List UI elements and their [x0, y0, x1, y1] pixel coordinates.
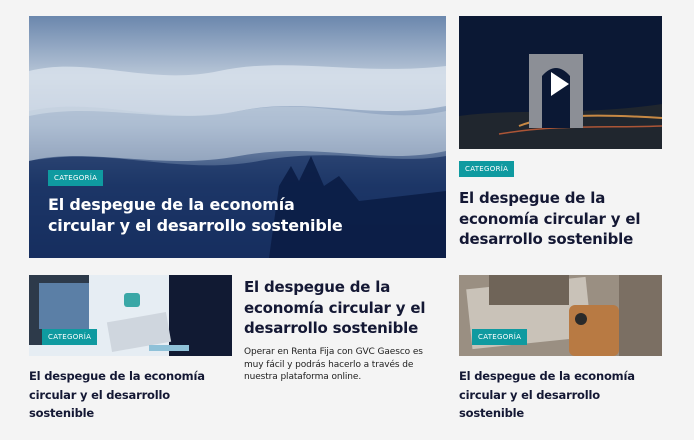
category-badge[interactable]: CATEGORÍA [48, 170, 104, 186]
category-badge[interactable]: CATEGORÍA [42, 329, 98, 345]
hero-article-card[interactable]: CATEGORÍA El despegue de la economía cir… [29, 16, 446, 258]
article-title[interactable]: El despegue de la economía circular y el… [48, 194, 348, 236]
article-title[interactable]: El despegue de la economía circular y el… [244, 277, 444, 339]
article-description: Operar en Renta Fija con GVC Gaesco es m… [244, 347, 423, 382]
category-badge[interactable]: CATEGORÍA [459, 161, 515, 177]
article-title[interactable]: El despegue de la economía circular y el… [459, 367, 662, 423]
article-title[interactable]: El despegue de la economía circular y el… [459, 188, 662, 250]
article-card[interactable]: CATEGORÍA El despegue de la economía cir… [459, 275, 662, 425]
article-title[interactable]: El despegue de la economía circular y el… [29, 367, 232, 423]
play-icon[interactable] [551, 72, 569, 96]
article-card[interactable]: CATEGORÍA El despegue de la economía cir… [29, 275, 232, 425]
category-badge[interactable]: CATEGORÍA [472, 329, 528, 345]
arch-night-image [459, 16, 662, 149]
video-article-card[interactable]: CATEGORÍA El despegue de la economía cir… [459, 16, 662, 251]
text-article-card[interactable]: El despegue de la economía circular y el… [244, 275, 444, 425]
